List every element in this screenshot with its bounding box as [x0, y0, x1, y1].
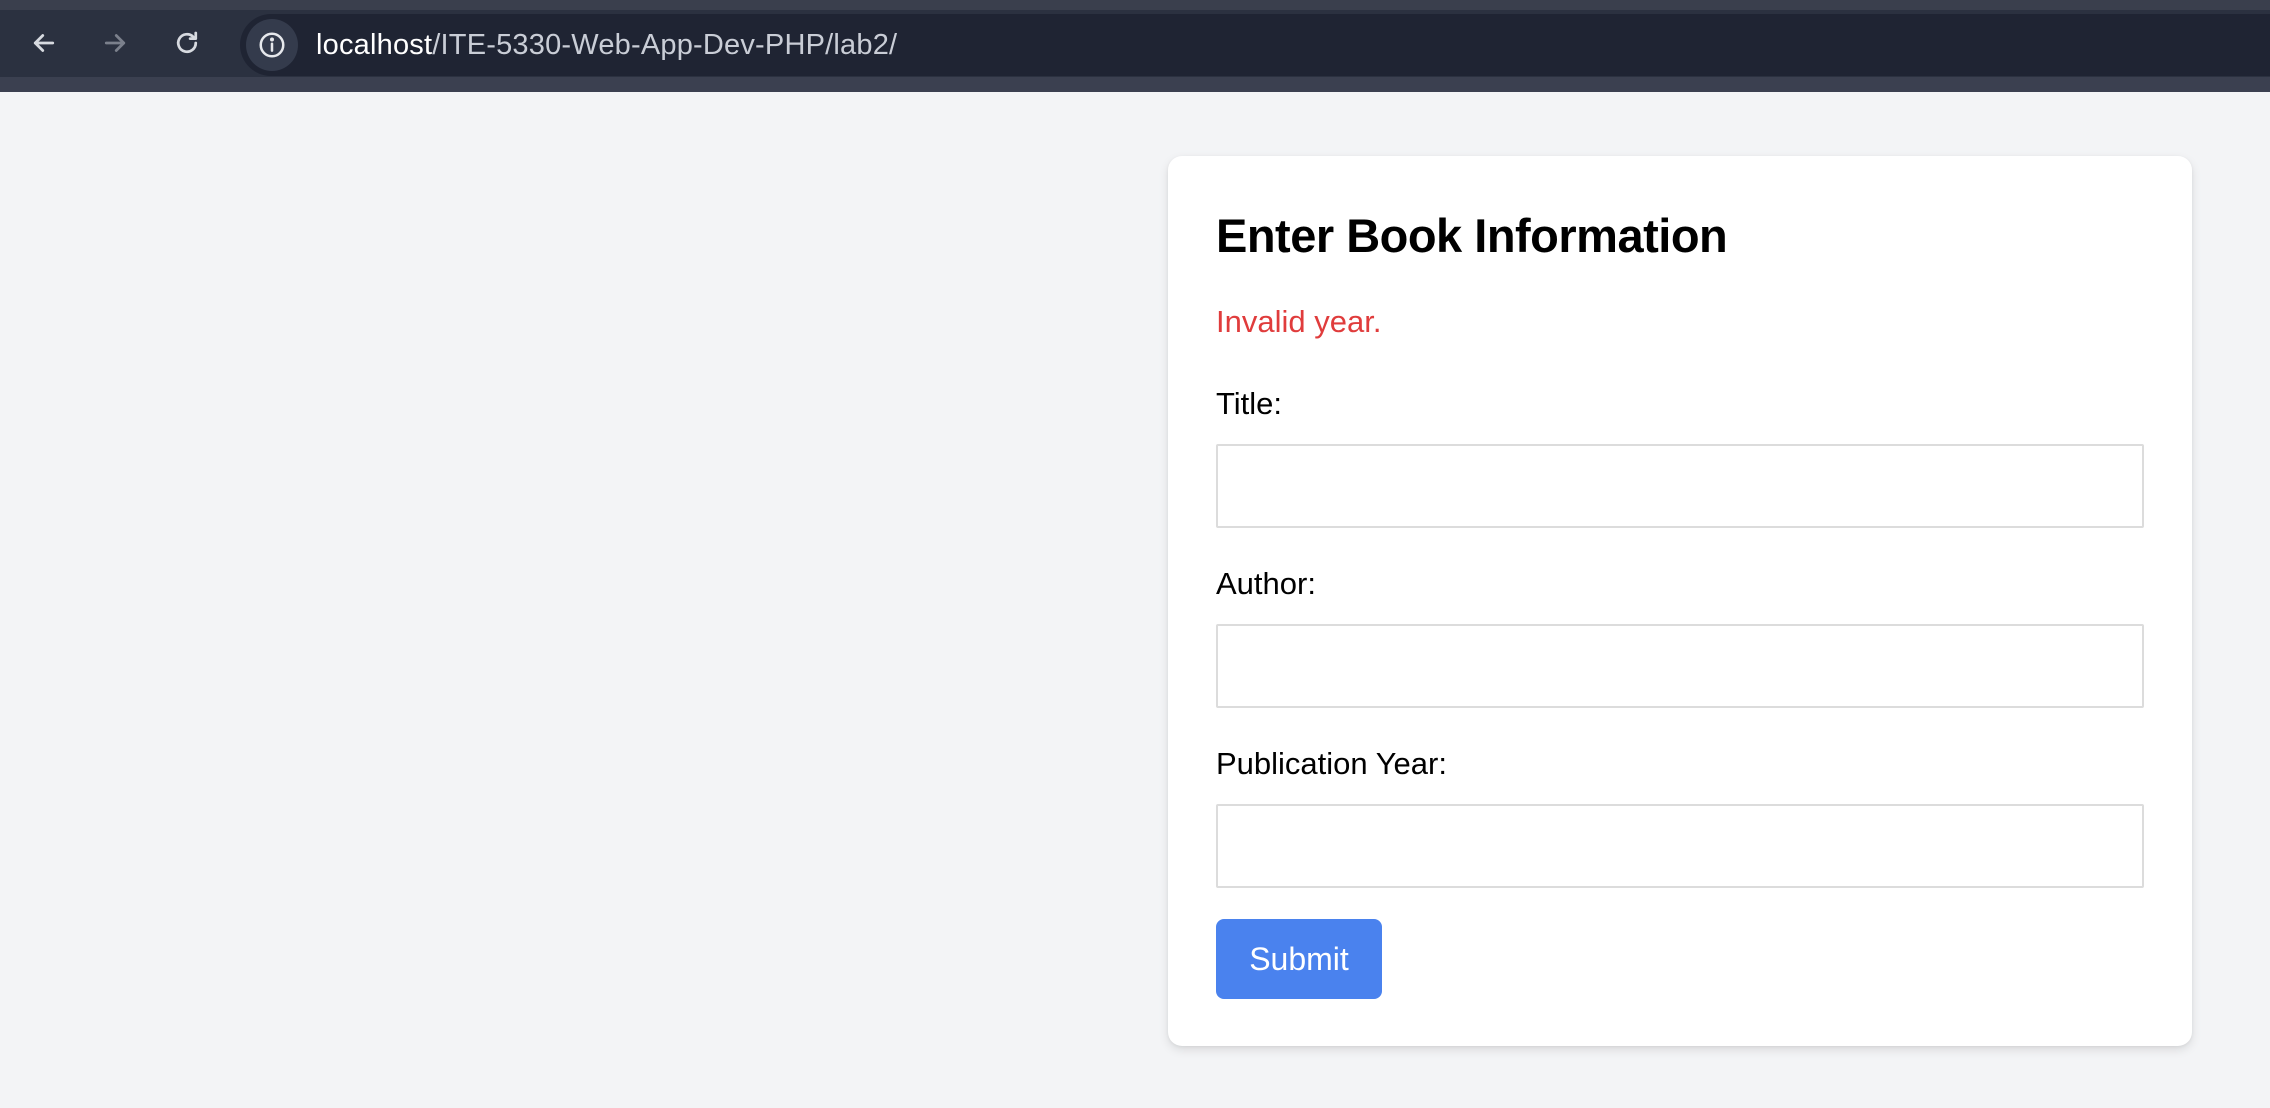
- url-path: /ITE-5330-Web-App-Dev-PHP/lab2/: [432, 28, 898, 61]
- publication-year-input[interactable]: [1216, 804, 2144, 888]
- address-bar[interactable]: localhost/ITE-5330-Web-App-Dev-PHP/lab2/: [240, 14, 2270, 76]
- error-message: Invalid year.: [1216, 304, 1382, 339]
- browser-toolbar: localhost/ITE-5330-Web-App-Dev-PHP/lab2/: [0, 0, 2270, 92]
- title-input[interactable]: [1216, 444, 2144, 528]
- book-form-card: Enter Book Information Invalid year. Tit…: [1168, 156, 2192, 1046]
- url-text[interactable]: localhost/ITE-5330-Web-App-Dev-PHP/lab2/: [316, 29, 897, 62]
- site-info-button[interactable]: [246, 19, 298, 71]
- author-label: Author:: [1216, 566, 1316, 601]
- page-title: Enter Book Information: [1216, 209, 1728, 262]
- publication-year-label: Publication Year:: [1216, 746, 1447, 781]
- toolbar-bottom-edge: [0, 77, 2270, 92]
- submit-button[interactable]: Submit: [1216, 919, 1382, 999]
- reload-icon: [176, 31, 198, 54]
- forward-button[interactable]: [90, 18, 140, 68]
- forward-arrow-icon: [104, 34, 126, 52]
- window-top-strip: [0, 0, 2270, 10]
- info-icon: [259, 32, 285, 58]
- back-arrow-icon: [33, 34, 55, 52]
- url-host: localhost: [316, 28, 433, 61]
- author-input[interactable]: [1216, 624, 2144, 708]
- back-button[interactable]: [19, 18, 69, 68]
- title-label: Title:: [1216, 386, 1283, 421]
- reload-button[interactable]: [162, 18, 212, 68]
